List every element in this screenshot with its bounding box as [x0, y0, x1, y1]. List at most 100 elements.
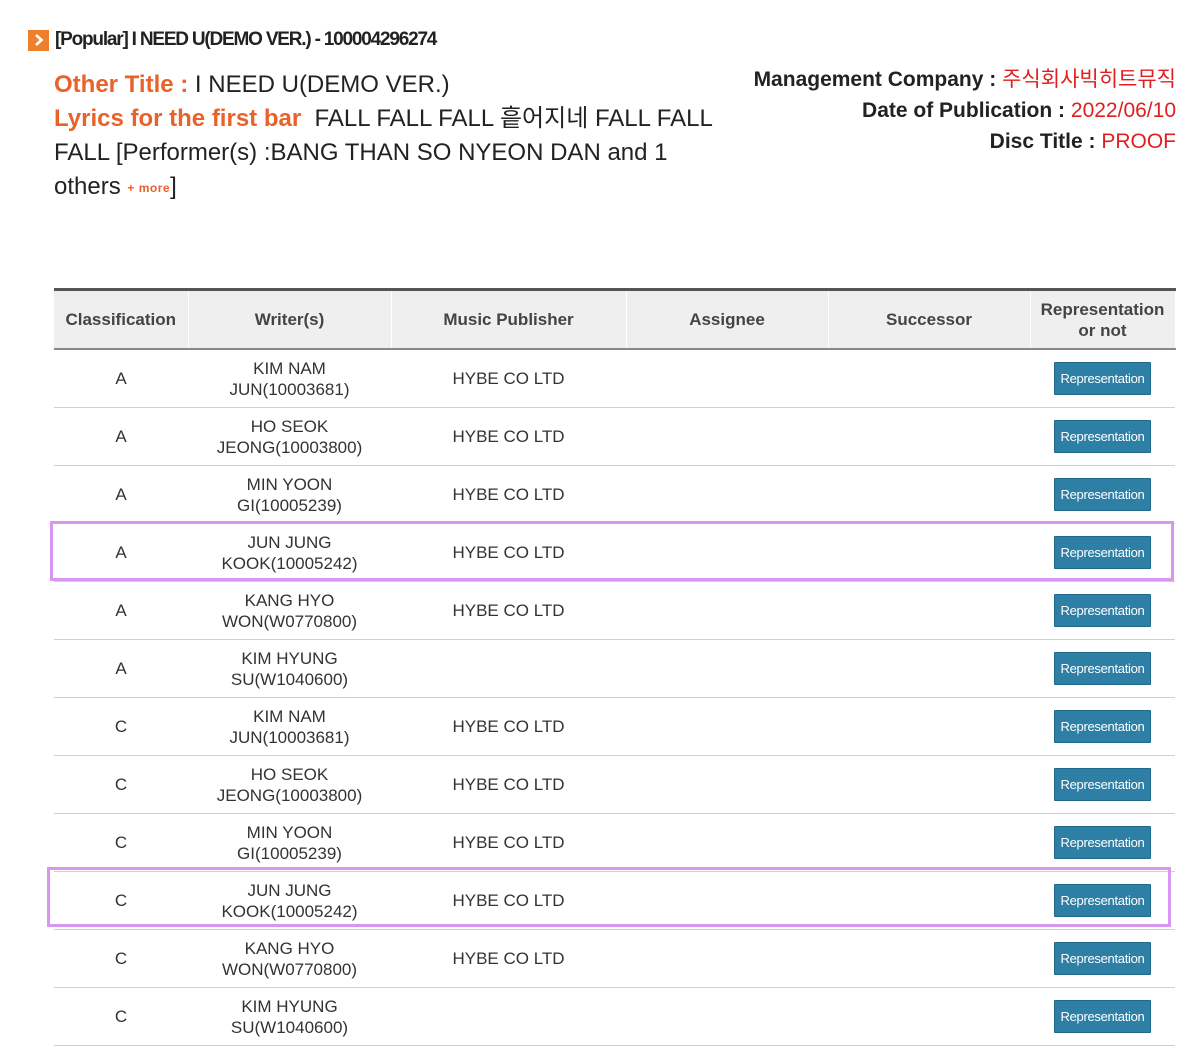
management-company-value: 주식회사빅히트뮤직 [1002, 68, 1176, 91]
other-title-value: I NEED U(DEMO VER.) [194, 71, 450, 98]
lyrics-line: Lyrics for the first bar FALL FALL FALL … [54, 102, 734, 205]
representation-button[interactable]: Representation [1053, 1000, 1152, 1033]
cell-music-publisher: HYBE CO LTD [391, 523, 626, 582]
cell-representation: Representation [1030, 697, 1175, 756]
representation-button[interactable]: Representation [1053, 362, 1152, 395]
writer-name-line1: KANG HYO [244, 590, 335, 610]
cell-writer: KIM HYUNG SU(W1040600) [188, 987, 391, 1046]
cell-writer: JUN JUNG KOOK(10005242) [188, 523, 391, 582]
management-company-label: Management Company : [753, 68, 997, 91]
cell-music-publisher: HYBE CO LTD [391, 407, 626, 466]
representation-button[interactable]: Representation [1053, 942, 1152, 975]
cell-representation: Representation [1030, 813, 1175, 872]
cell-classification: C [54, 697, 188, 756]
writer-name-line1: HO SEOK [250, 764, 329, 784]
cell-assignee [626, 465, 828, 524]
cell-classification: A [54, 523, 188, 582]
table-row: C HO SEOK JEONG(10003800) HYBE CO LTD Repres… [54, 755, 1175, 814]
cell-representation: Representation [1030, 639, 1175, 698]
cell-classification: A [54, 407, 188, 466]
representation-button[interactable]: Representation [1053, 768, 1152, 801]
cell-writer: KANG HYO WON(W0770800) [188, 929, 391, 988]
more-link[interactable]: + more [127, 181, 170, 195]
cell-representation: Representation [1030, 523, 1175, 582]
publication-date-label: Date of Publication : [862, 99, 1066, 122]
cell-music-publisher: HYBE CO LTD [391, 755, 626, 814]
rights-table: Classification Writer(s) Music Publisher… [54, 288, 1176, 1046]
cell-classification: A [54, 639, 188, 698]
cell-writer: HO SEOK JEONG(10003800) [188, 755, 391, 814]
representation-button[interactable]: Representation [1053, 652, 1152, 685]
cell-music-publisher: HYBE CO LTD [391, 871, 626, 930]
cell-writer: HO SEOK JEONG(10003800) [188, 407, 391, 466]
writer-name-line2: WON(W0770800) [221, 959, 358, 979]
table-body: A KIM NAM JUN(10003681) HYBE CO LTD Represen… [54, 349, 1175, 1046]
cell-classification: C [54, 871, 188, 930]
cell-successor [828, 349, 1030, 408]
writer-name-line2: SU(W1040600) [230, 669, 349, 689]
publication-date-line: Date of Publication : 2022/06/10 [754, 95, 1176, 126]
cell-music-publisher: HYBE CO LTD [391, 813, 626, 872]
col-header-classification: Classification [54, 288, 189, 350]
cell-successor [828, 523, 1030, 582]
cell-successor [828, 929, 1030, 988]
cell-assignee [626, 755, 828, 814]
representation-button[interactable]: Representation [1053, 594, 1152, 627]
writer-name-line2: JUN(10003681) [229, 727, 350, 747]
cell-representation: Representation [1030, 465, 1175, 524]
writer-name-line2: SU(W1040600) [230, 1017, 349, 1037]
col-header-representation: Representation or not [1030, 288, 1176, 350]
cell-assignee [626, 813, 828, 872]
other-title-label: Other Title : [54, 71, 189, 98]
writer-name-line2: GI(10005239) [237, 495, 342, 515]
cell-music-publisher [391, 987, 626, 1046]
publication-date-value: 2022/06/10 [1070, 99, 1176, 122]
cell-successor [828, 639, 1030, 698]
cell-writer: JUN JUNG KOOK(10005242) [188, 871, 391, 930]
representation-button[interactable]: Representation [1053, 536, 1152, 569]
writer-name-line2: KOOK(10005242) [221, 553, 358, 573]
cell-writer: MIN YOON GI(10005239) [188, 465, 391, 524]
cell-representation: Representation [1030, 755, 1175, 814]
representation-button[interactable]: Representation [1053, 884, 1152, 917]
writer-name-line2: JUN(10003681) [229, 379, 350, 399]
table-row: A KIM NAM JUN(10003681) HYBE CO LTD Represen… [54, 349, 1175, 408]
writer-name-line2: KOOK(10005242) [221, 901, 358, 921]
table-row: C MIN YOON GI(10005239) HYBE CO LTD Represen… [54, 813, 1175, 872]
writer-name-line1: MIN YOON [246, 822, 333, 842]
cell-assignee [626, 697, 828, 756]
table-row: C KIM NAM JUN(10003681) HYBE CO LTD Represen… [54, 697, 1175, 756]
col-header-assignee: Assignee [626, 288, 829, 350]
cell-assignee [626, 407, 828, 466]
representation-button[interactable]: Representation [1053, 478, 1152, 511]
writer-name-line2: JEONG(10003800) [216, 437, 363, 457]
cell-classification: A [54, 465, 188, 524]
writer-name-line1: JUN JUNG [247, 532, 332, 552]
representation-button[interactable]: Representation [1053, 710, 1152, 743]
writer-name-line1: KIM HYUNG [241, 996, 338, 1016]
table-row: A KIM HYUNG SU(W1040600) Representation [54, 639, 1175, 698]
writer-name-line1: KIM NAM [253, 358, 326, 378]
cell-assignee [626, 639, 828, 698]
cell-successor [828, 813, 1030, 872]
representation-button[interactable]: Representation [1053, 826, 1152, 859]
cell-representation: Representation [1030, 349, 1175, 408]
cell-classification: A [54, 349, 188, 408]
table-header-row: Classification Writer(s) Music Publisher… [54, 288, 1176, 350]
cell-music-publisher: HYBE CO LTD [391, 465, 626, 524]
writer-name-line1: JUN JUNG [247, 880, 332, 900]
chevron-right-icon [28, 29, 49, 51]
cell-classification: C [54, 813, 188, 872]
col-header-writers: Writer(s) [188, 288, 392, 350]
writer-name-line2: GI(10005239) [237, 843, 342, 863]
writer-name-line2: WON(W0770800) [221, 611, 358, 631]
lyrics-close-bracket: ] [170, 173, 177, 200]
disc-title-line: Disc Title : PROOF [754, 126, 1176, 157]
cell-classification: C [54, 987, 188, 1046]
page-title: [Popular] I NEED U(DEMO VER.) - 10000429… [55, 29, 437, 50]
writer-name-line1: KANG HYO [244, 938, 335, 958]
writer-name-line1: KIM HYUNG [241, 648, 338, 668]
cell-writer: KIM NAM JUN(10003681) [188, 349, 391, 408]
cell-representation: Representation [1030, 929, 1175, 988]
representation-button[interactable]: Representation [1053, 420, 1152, 453]
